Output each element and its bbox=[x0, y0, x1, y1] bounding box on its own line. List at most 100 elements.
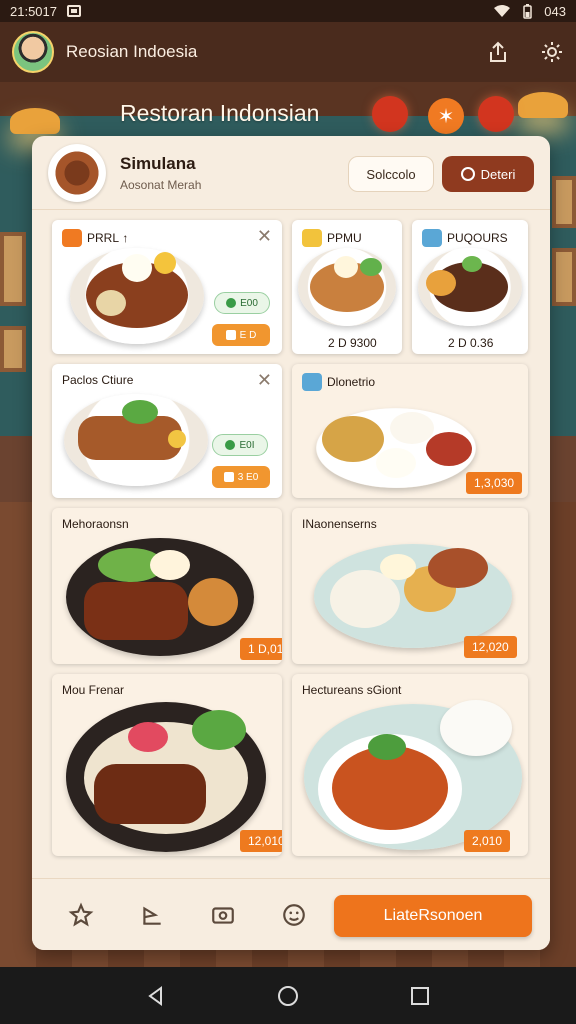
camera-icon[interactable] bbox=[210, 902, 236, 928]
menu-item-label: PPMU bbox=[327, 231, 362, 245]
category-tag-icon bbox=[302, 373, 322, 391]
menu-item-price: 12,010 bbox=[240, 830, 282, 852]
reserve-button[interactable]: LiateRsonoen bbox=[334, 895, 532, 937]
card-subtitle: Aosonat Merah bbox=[120, 177, 202, 192]
gear-icon[interactable] bbox=[540, 40, 564, 64]
recents-icon[interactable] bbox=[409, 985, 431, 1007]
rice-bowl bbox=[440, 700, 512, 756]
status-pill-orange: 3 E0 bbox=[212, 466, 270, 488]
menu-item-tile[interactable]: Paclos Ctiure ✕ E0I 3 E0 bbox=[52, 364, 282, 498]
detail-icon bbox=[460, 167, 475, 181]
menu-item-label: PRRL ↑ bbox=[87, 231, 129, 245]
sauce-bowl bbox=[376, 448, 416, 478]
smile-icon[interactable] bbox=[281, 902, 307, 928]
pill-text: E D bbox=[239, 329, 257, 341]
dish-plate bbox=[304, 700, 522, 850]
dish-plate bbox=[418, 248, 522, 326]
sauce-bowl bbox=[380, 554, 416, 580]
dish-plate bbox=[316, 408, 476, 488]
status-dot-icon bbox=[225, 440, 236, 450]
pill-text: E0I bbox=[239, 439, 255, 451]
detail-button-label: Deteri bbox=[480, 166, 516, 182]
menu-item-tile[interactable]: Mou Frenar 12,010 bbox=[52, 674, 282, 856]
wifi-icon bbox=[494, 5, 511, 17]
detail-button[interactable]: Deteri bbox=[442, 156, 534, 192]
app-bar: Reosian Indoesia bbox=[0, 22, 576, 82]
card-header: Simulana Aosonat Merah Solccolo Deteri bbox=[32, 136, 550, 210]
ceiling-lamp bbox=[518, 92, 568, 118]
close-icon[interactable]: ✕ bbox=[257, 226, 272, 247]
select-button[interactable]: Solccolo bbox=[348, 156, 434, 192]
vegetables bbox=[368, 734, 406, 760]
menu-item-tile[interactable]: Dlonetrio 1,3,030 bbox=[292, 364, 528, 498]
category-tag-icon bbox=[62, 229, 82, 247]
star-icon[interactable] bbox=[68, 902, 94, 928]
egg bbox=[150, 550, 190, 580]
rice-bowl bbox=[390, 412, 434, 444]
menu-item-tile[interactable]: PUQOURS 2 D 0.36 bbox=[412, 220, 528, 354]
menu-item-price: 2,010 bbox=[464, 830, 511, 852]
status-pill-green: E00 bbox=[214, 292, 270, 314]
fried-rice-bowl bbox=[322, 416, 384, 462]
rice-ball bbox=[122, 254, 152, 282]
status-time: 21:5017 bbox=[10, 3, 57, 19]
status-battery: 043 bbox=[544, 3, 566, 19]
noodles bbox=[96, 290, 126, 316]
egg bbox=[154, 252, 176, 274]
restaurant-logo-icon: ✶ bbox=[428, 98, 464, 134]
menu-card: Simulana Aosonat Merah Solccolo Deteri P… bbox=[32, 136, 550, 950]
restaurant-sign: Restoran Indonsian bbox=[120, 100, 320, 126]
card-title: Simulana bbox=[120, 153, 196, 173]
dish-plate bbox=[64, 394, 208, 486]
vegetables bbox=[192, 710, 246, 750]
wall-picture bbox=[552, 248, 576, 306]
status-bar: 21:5017 043 bbox=[0, 0, 576, 22]
wall-picture bbox=[0, 326, 26, 372]
grilled-meat bbox=[428, 548, 488, 588]
dish-plate bbox=[314, 544, 512, 648]
menu-item-label: INaonenserns bbox=[302, 517, 377, 531]
back-icon[interactable] bbox=[145, 985, 167, 1007]
vegetables bbox=[122, 400, 158, 424]
home-icon[interactable] bbox=[277, 985, 299, 1007]
menu-item-tile[interactable]: PPMU 2 D 9300 bbox=[292, 220, 402, 354]
wall-picture bbox=[0, 232, 26, 306]
menu-item-label: Dlonetrio bbox=[327, 375, 376, 389]
dish-plate bbox=[298, 248, 396, 326]
app-title: Reosian Indoesia bbox=[66, 42, 198, 61]
grilled-meat bbox=[94, 764, 206, 824]
category-tag-icon bbox=[302, 229, 322, 247]
menu-item-tile[interactable]: Hectureans sGiont 2,010 bbox=[292, 674, 528, 856]
menu-item-price: 1,3,030 bbox=[466, 472, 523, 494]
close-icon[interactable]: ✕ bbox=[257, 370, 272, 391]
menu-item-label: Paclos Ctiure bbox=[62, 373, 134, 387]
pill-text: 3 E0 bbox=[237, 471, 259, 483]
notification-icon bbox=[67, 5, 81, 17]
red-lantern bbox=[478, 96, 514, 132]
share-icon[interactable] bbox=[486, 40, 510, 64]
menu-item-tile[interactable]: INaonenserns 12,020 bbox=[292, 508, 528, 664]
fries bbox=[426, 270, 456, 296]
vegetables bbox=[462, 256, 482, 272]
ceiling-lamp bbox=[10, 108, 60, 134]
status-dot-icon bbox=[226, 298, 237, 308]
dish-thumbnail bbox=[48, 143, 106, 202]
menu-item-label: Mou Frenar bbox=[62, 683, 125, 697]
avatar[interactable] bbox=[12, 31, 54, 73]
menu-item-price: 1 D,010 bbox=[240, 638, 282, 660]
menu-item-price: 2 D 9300 bbox=[328, 336, 377, 350]
menu-item-tile[interactable]: PRRL ↑ ✕ E00 E D bbox=[52, 220, 282, 354]
lime bbox=[168, 430, 186, 448]
dish-plate bbox=[66, 538, 254, 656]
bottom-bar: LiateRsonoen bbox=[32, 878, 550, 950]
menu-item-tile[interactable]: Mehoraonsn 1 D,010 bbox=[52, 508, 282, 664]
grilled-meat bbox=[84, 582, 188, 640]
menu-item-label: Mehoraonsn bbox=[62, 517, 129, 531]
menu-item-label: PUQOURS bbox=[447, 231, 508, 245]
bookmark-flag-icon[interactable] bbox=[139, 902, 165, 928]
status-pill-green: E0I bbox=[212, 434, 268, 456]
noodles bbox=[188, 578, 238, 626]
red-lantern bbox=[372, 96, 408, 132]
pickled-onion bbox=[128, 722, 168, 752]
category-tag-icon bbox=[422, 229, 442, 247]
